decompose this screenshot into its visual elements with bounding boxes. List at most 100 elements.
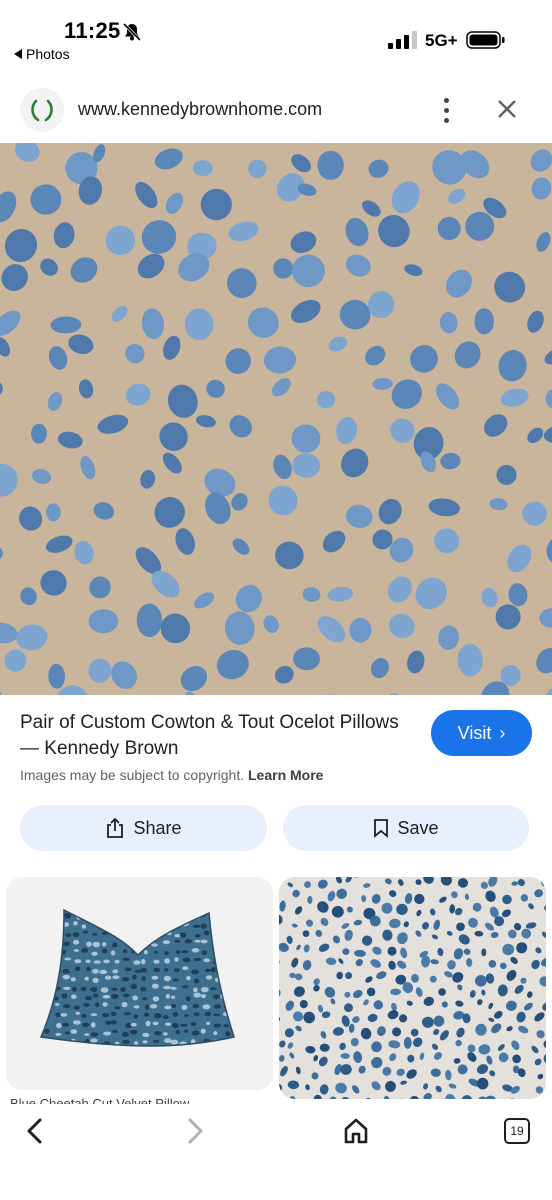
pillow-spot — [104, 924, 110, 929]
pillow-spot — [233, 1002, 234, 1008]
pillow-spot — [123, 912, 128, 918]
pillow-spot — [55, 1032, 62, 1036]
close-icon[interactable] — [494, 96, 520, 122]
learn-more-link[interactable]: Learn More — [248, 767, 323, 783]
pillow-spot — [165, 993, 170, 999]
pillow-spot — [129, 1030, 138, 1035]
share-button[interactable]: Share — [20, 805, 267, 851]
pillow-spot — [44, 921, 52, 926]
pillow-spot — [53, 907, 60, 910]
related-caption[interactable]: Blue Cheetah Cut Velvet Pillow — [10, 1096, 270, 1104]
pillow-spot — [206, 905, 212, 909]
pillow-spot — [186, 976, 191, 981]
pillow-spot — [135, 903, 139, 908]
pillow-spot — [225, 1050, 232, 1055]
tab-count: 19 — [510, 1124, 524, 1138]
visit-label: Visit — [457, 722, 492, 743]
back-app-label: Photos — [26, 46, 70, 62]
pillow-spot — [111, 1030, 118, 1033]
site-logo — [20, 88, 64, 132]
visit-button[interactable]: Visit › — [431, 710, 532, 756]
pillow-spot — [91, 968, 99, 974]
related-result-pillow[interactable] — [6, 877, 273, 1090]
pillow-spot — [74, 959, 82, 964]
pillow-spot — [104, 975, 112, 980]
pillow-spot — [42, 988, 50, 992]
pillow-spot — [174, 939, 181, 943]
pillow-spot — [133, 960, 141, 965]
pillow-spot — [130, 983, 138, 990]
pillow-spot — [99, 969, 108, 975]
pillow-spot — [42, 912, 47, 917]
result-title[interactable]: Pair of Custom Cowton & Tout Ocelot Pill… — [20, 710, 400, 762]
pillow-spot — [181, 1005, 188, 1010]
pillow-spot — [194, 1051, 200, 1055]
pillow-spot — [184, 913, 190, 919]
home-icon[interactable] — [342, 1116, 370, 1146]
pillow-spot — [73, 1005, 81, 1010]
pillow-spot — [103, 1031, 111, 1036]
fabric-spot — [317, 150, 344, 180]
pillow-spot — [231, 1020, 234, 1024]
pillow-spot — [143, 1050, 151, 1055]
pillow-spot — [111, 987, 118, 991]
pillow-spot — [193, 1012, 200, 1017]
pillow-spot — [152, 996, 160, 1002]
tabs-icon[interactable]: 19 — [504, 1118, 530, 1144]
pillow-spot — [170, 995, 176, 999]
pillow-spot — [60, 1013, 68, 1017]
pillow-spot — [192, 1003, 199, 1009]
main-product-image[interactable] — [0, 143, 552, 695]
pillow-spot — [43, 950, 51, 955]
pillow-spot — [210, 966, 216, 973]
pillow-spot — [175, 950, 181, 954]
chevron-right-icon[interactable] — [182, 1116, 208, 1146]
pillow-spot — [130, 1022, 137, 1027]
pillow-spot — [65, 933, 72, 937]
pillow-spot — [33, 978, 40, 982]
pillow-spot — [73, 939, 80, 945]
back-to-app-button[interactable]: Photos — [14, 46, 70, 62]
pillow-spot — [35, 1031, 39, 1034]
pillow-spot — [101, 1013, 110, 1018]
url-text[interactable]: www.kennedybrownhome.com — [78, 99, 322, 120]
pillow-spot — [151, 929, 158, 935]
pillow-spot — [141, 906, 146, 909]
pillow-spot — [121, 1001, 128, 1008]
save-button[interactable]: Save — [283, 805, 529, 851]
pillow-spot — [190, 1022, 197, 1026]
pillow-spot — [231, 985, 234, 992]
pillow-spot — [194, 933, 201, 938]
back-triangle-icon — [14, 49, 22, 59]
pillow-spot — [174, 1048, 182, 1052]
pillow-spot — [42, 931, 51, 938]
pillow-spot — [153, 950, 158, 954]
related-result-fabric[interactable] — [279, 877, 546, 1099]
pillow-spot — [183, 1014, 189, 1017]
pillow-spot — [154, 1049, 161, 1054]
chevron-left-icon[interactable] — [22, 1116, 48, 1146]
more-options-button[interactable] — [434, 94, 458, 126]
pillow-spot — [145, 1004, 150, 1010]
pillow-spot — [161, 1050, 168, 1054]
pillow-spot — [201, 950, 208, 956]
pillow-spot — [182, 957, 191, 963]
pillow-spot — [110, 1011, 117, 1017]
pillow-spot — [132, 941, 138, 947]
pillow-spot — [122, 1031, 129, 1037]
pillow-spot — [30, 1004, 38, 1009]
pillow-spot — [202, 1004, 211, 1010]
pillow-spot — [153, 1013, 162, 1019]
pillow-spot — [120, 1049, 128, 1053]
pillow-spot — [122, 957, 130, 961]
share-icon — [107, 817, 124, 838]
pillow-spot — [212, 1049, 217, 1054]
pillow-spot — [154, 1031, 162, 1036]
pillow-spot — [221, 920, 228, 927]
pillow-spot — [182, 966, 189, 970]
pillow-spot — [114, 923, 120, 929]
pillow-spot — [83, 1003, 90, 1007]
network-type: 5G+ — [425, 31, 458, 50]
pillow-spot — [110, 1020, 118, 1025]
pillow-spot — [170, 986, 177, 990]
